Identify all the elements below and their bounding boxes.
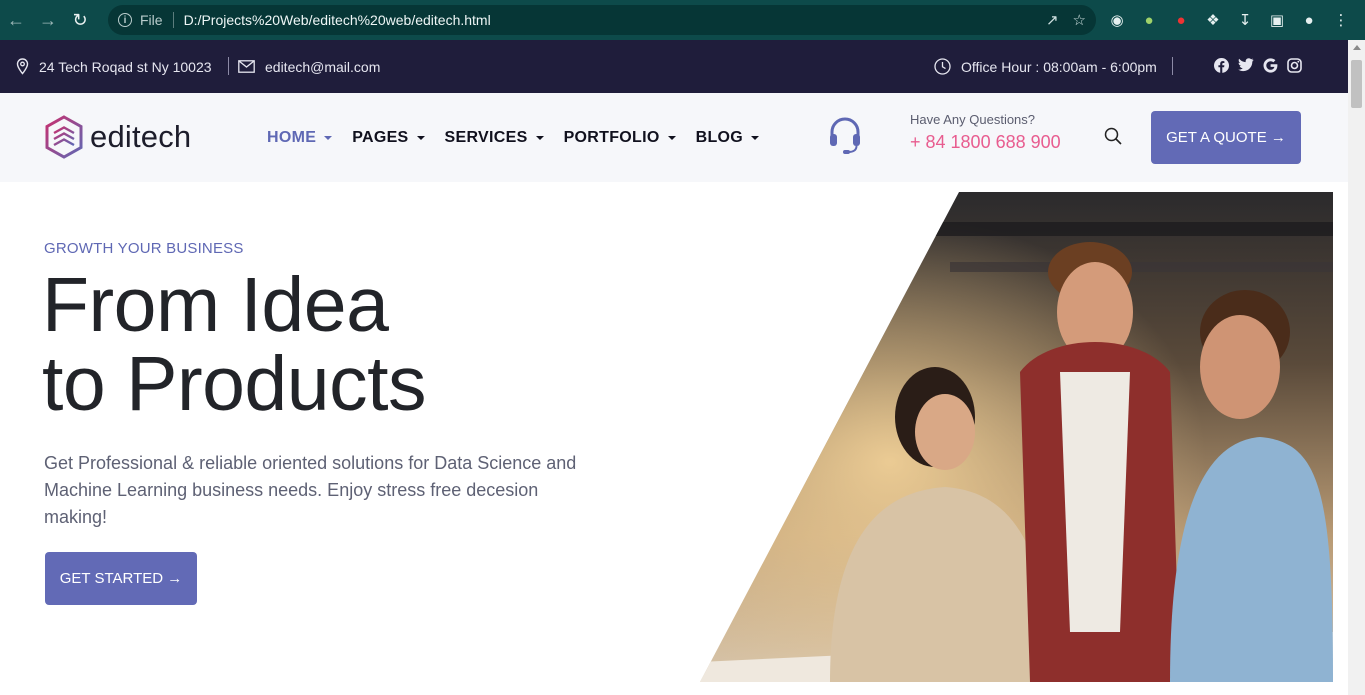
divider xyxy=(172,12,174,28)
search-icon[interactable] xyxy=(1104,127,1122,150)
chevron-down-icon xyxy=(751,135,760,140)
scheme-label: File xyxy=(140,12,163,28)
nav-item-label: PAGES xyxy=(352,128,409,146)
divider xyxy=(1172,57,1173,75)
logo-mark-icon xyxy=(45,115,83,159)
scrollbar-thumb[interactable] xyxy=(1351,60,1362,108)
nav-item-pages[interactable]: PAGES xyxy=(352,128,425,147)
office-hours-text: Office Hour : 08:00am - 6:00pm xyxy=(961,58,1157,75)
twitter-icon[interactable] xyxy=(1238,58,1254,75)
hero-description: Get Professional & reliable oriented sol… xyxy=(44,453,577,527)
bookmark-star-icon[interactable]: ☆ xyxy=(1073,11,1086,29)
get-a-quote-button[interactable]: GET A QUOTE → xyxy=(1151,111,1301,164)
nav-item-label: SERVICES xyxy=(444,128,528,146)
download-icon[interactable]: ↧ xyxy=(1234,9,1256,31)
extensions-puzzle-icon[interactable]: ❖ xyxy=(1202,9,1224,31)
nav-item-label: HOME xyxy=(267,128,317,146)
hero-headline: From Idea to Products xyxy=(42,266,426,424)
headline-line-1: From Idea xyxy=(42,262,389,348)
share-icon[interactable]: ↗ xyxy=(1046,11,1059,29)
browser-toolbar: ← → ↻ i File D:/Projects%20Web/editech%2… xyxy=(0,0,1365,40)
site-header: editech HOME PAGES SERVICES PORTFOLIO BL… xyxy=(0,93,1348,182)
profile-avatar-icon[interactable]: ● xyxy=(1298,9,1320,31)
address-text: 24 Tech Roqad st Ny 10023 xyxy=(39,58,212,75)
forward-icon[interactable]: → xyxy=(32,0,64,40)
main-navigation: HOME PAGES SERVICES PORTFOLIO BLOG xyxy=(267,93,779,182)
social-links xyxy=(1214,40,1302,93)
nav-item-blog[interactable]: BLOG xyxy=(695,128,760,147)
divider xyxy=(228,57,229,75)
hero-eyebrow: GROWTH YOUR BUSINESS xyxy=(44,240,244,257)
globe-extension-icon[interactable]: ◉ xyxy=(1106,9,1128,31)
url-text[interactable]: D:/Projects%20Web/editech%20web/editech.… xyxy=(184,12,491,28)
back-icon[interactable]: ← xyxy=(0,0,32,40)
facebook-icon[interactable] xyxy=(1214,57,1229,76)
site-info-icon[interactable]: i xyxy=(118,13,132,27)
get-started-button[interactable]: GET STARTED → xyxy=(45,552,197,605)
extension-icon[interactable]: ● xyxy=(1138,9,1160,31)
phone-number[interactable]: + 84 1800 688 900 xyxy=(910,132,1061,153)
adblock-extension-icon[interactable]: ● xyxy=(1170,9,1192,31)
headset-icon xyxy=(828,117,862,160)
clock-icon xyxy=(934,58,951,75)
logo-text: editech xyxy=(90,119,192,154)
instagram-icon[interactable] xyxy=(1287,57,1302,76)
top-info-bar: 24 Tech Roqad st Ny 10023 editech@mail.c… xyxy=(0,40,1348,93)
contact-info: Have Any Questions? + 84 1800 688 900 xyxy=(910,112,1061,153)
logo[interactable]: editech xyxy=(44,115,191,159)
office-hours-item: Office Hour : 08:00am - 6:00pm xyxy=(934,40,1157,93)
questions-label: Have Any Questions? xyxy=(910,112,1036,127)
hero-team-photo xyxy=(700,192,1333,682)
address-item: 24 Tech Roqad st Ny 10023 xyxy=(16,40,212,93)
nav-item-portfolio[interactable]: PORTFOLIO xyxy=(564,129,676,147)
side-panel-icon[interactable]: ▣ xyxy=(1266,9,1288,31)
nav-item-label: BLOG xyxy=(695,128,744,146)
chevron-down-icon xyxy=(324,135,333,140)
email-text[interactable]: editech@mail.com xyxy=(265,59,380,75)
location-pin-icon xyxy=(16,58,29,75)
google-icon[interactable] xyxy=(1263,57,1278,76)
chevron-down-icon xyxy=(535,135,544,140)
scroll-up-icon[interactable] xyxy=(1353,45,1361,50)
chevron-down-icon xyxy=(416,135,425,140)
chevron-down-icon xyxy=(667,135,676,140)
nav-item-label: PORTFOLIO xyxy=(563,128,660,146)
reload-icon[interactable]: ↻ xyxy=(64,0,96,40)
hero-section: GROWTH YOUR BUSINESS From Idea to Produc… xyxy=(0,182,1348,695)
email-item[interactable]: editech@mail.com xyxy=(238,40,380,93)
browser-menu-icon[interactable]: ⋮ xyxy=(1330,9,1352,31)
page-scrollbar[interactable] xyxy=(1348,40,1365,695)
headline-line-2: to Products xyxy=(42,341,426,427)
mail-icon xyxy=(238,60,255,73)
address-bar[interactable]: i File D:/Projects%20Web/editech%20web/e… xyxy=(108,5,1096,35)
nav-item-home[interactable]: HOME xyxy=(267,128,333,147)
nav-item-services[interactable]: SERVICES xyxy=(445,129,544,147)
